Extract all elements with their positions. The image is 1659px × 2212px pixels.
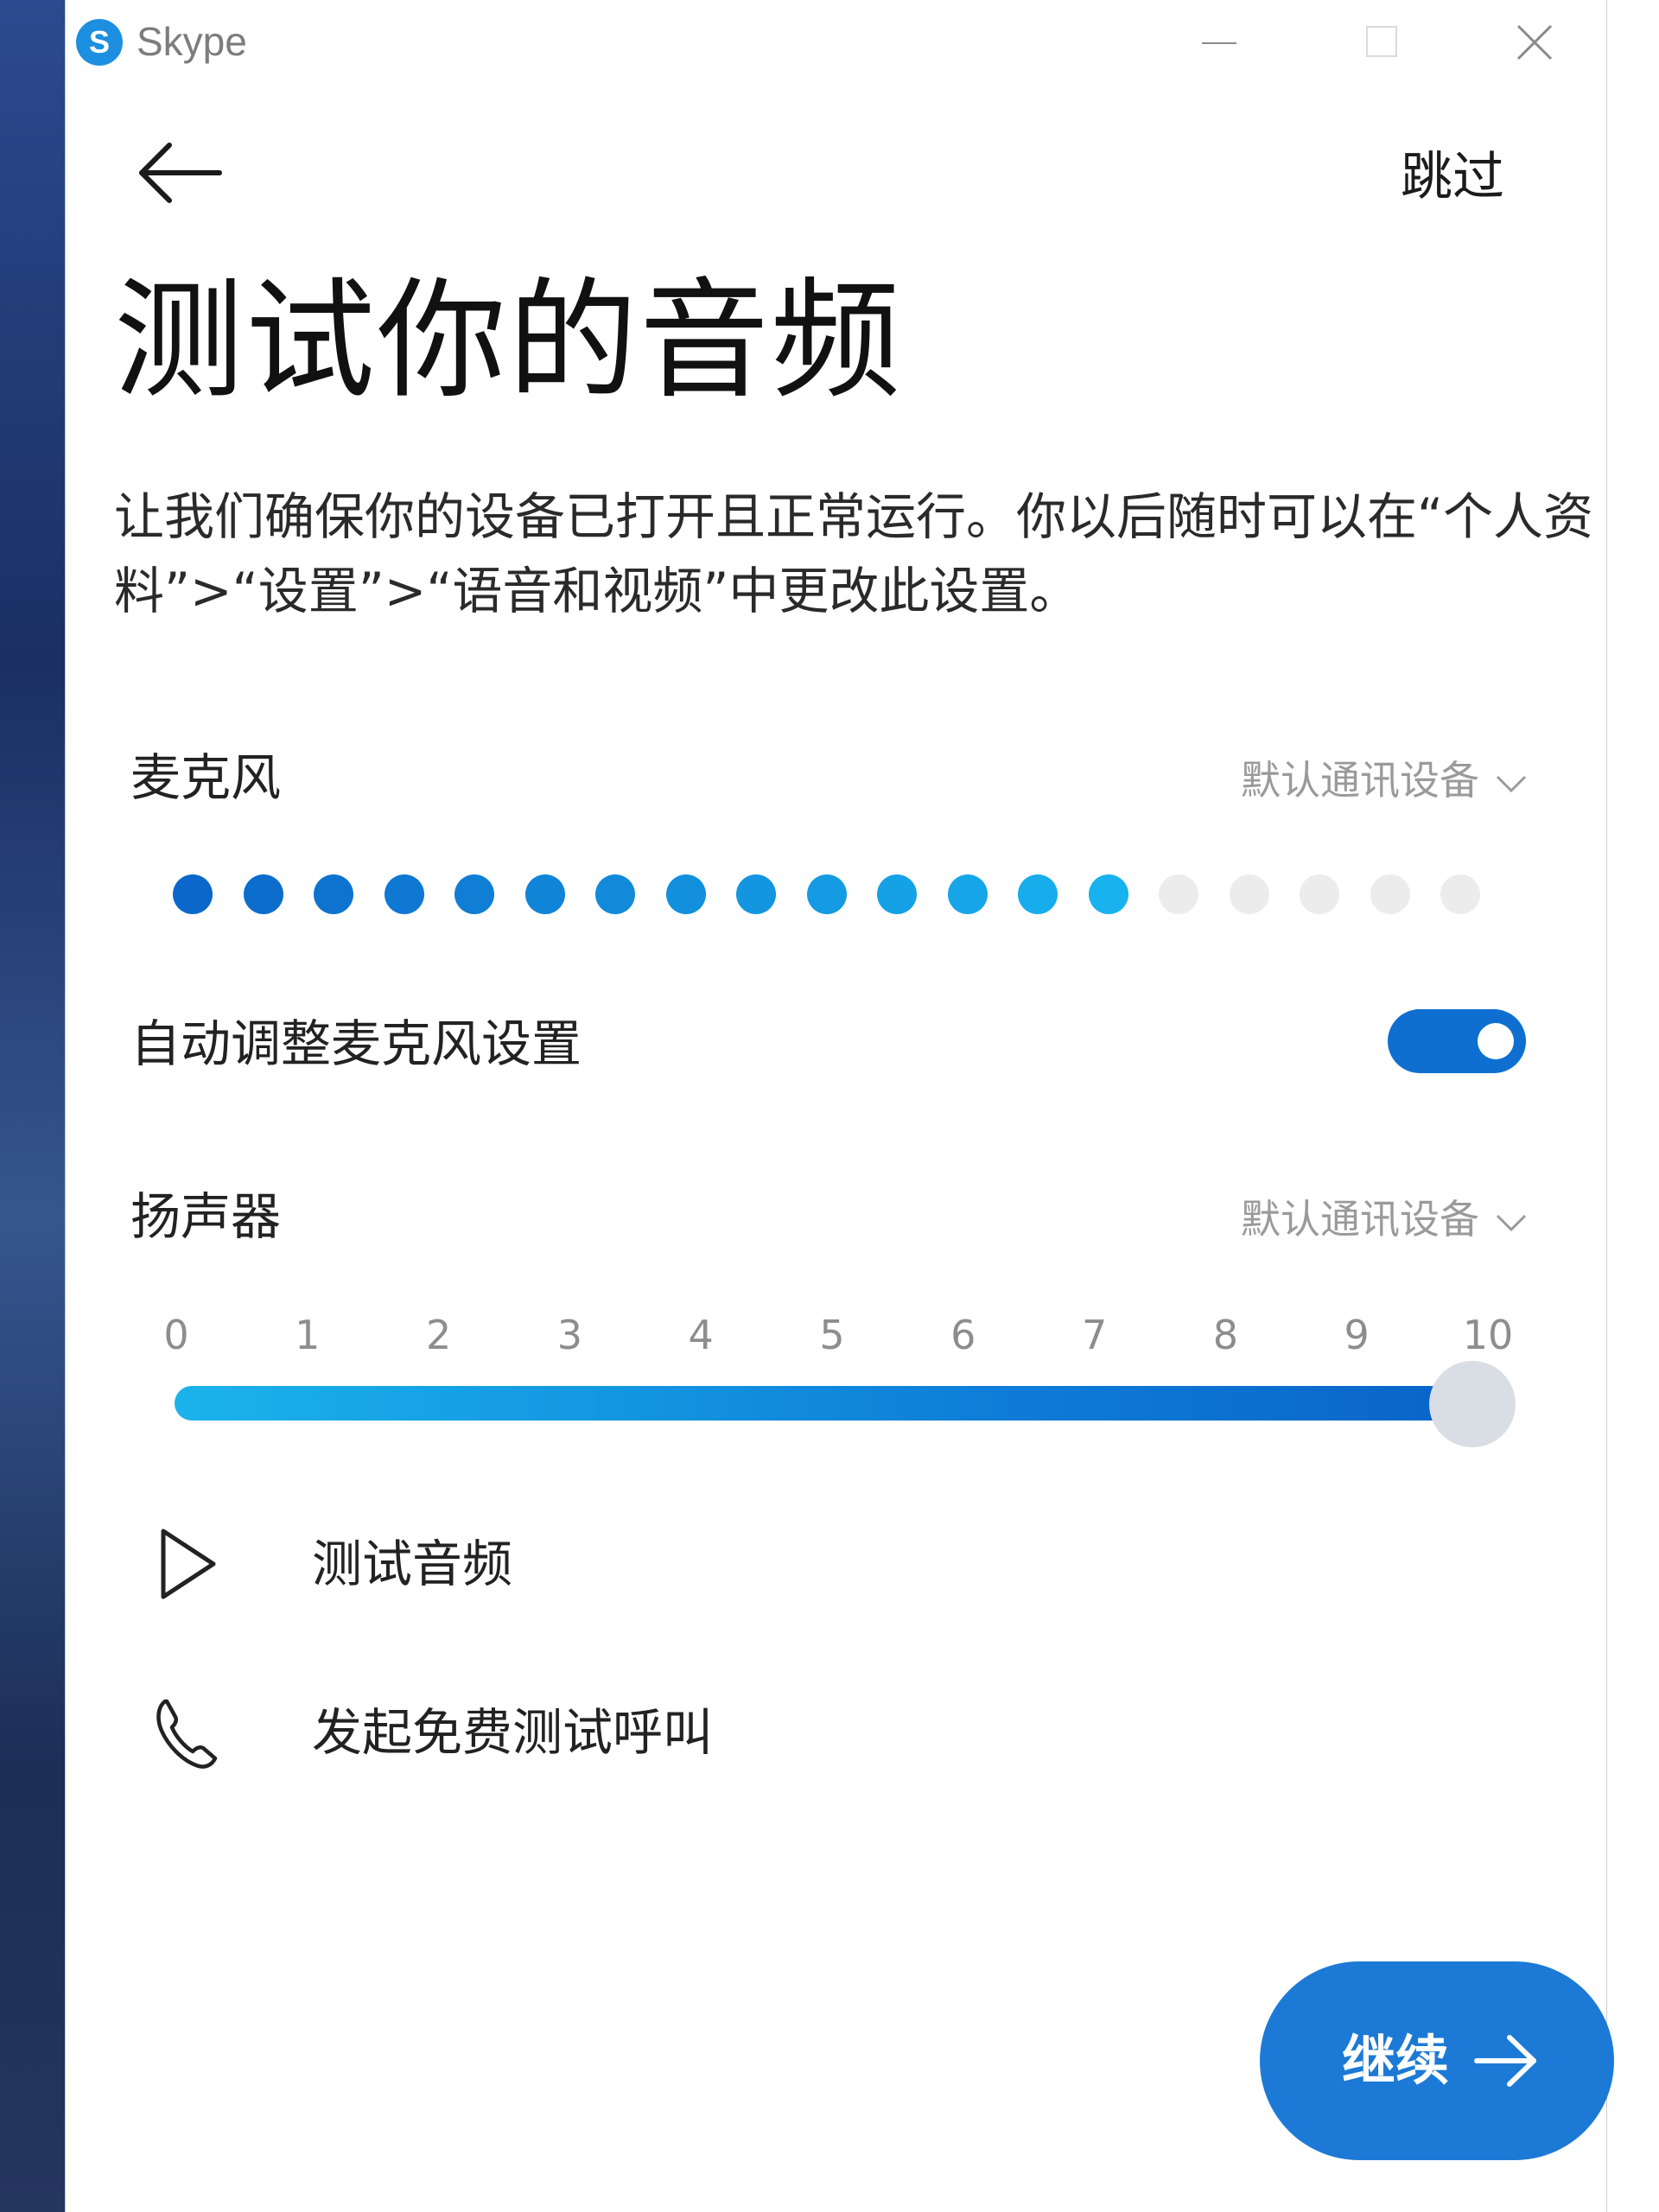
desktop-background (0, 0, 65, 2212)
mic-level-dot-active (454, 874, 494, 914)
volume-tick-label: 9 (1344, 1312, 1370, 1358)
volume-tick-label: 0 (163, 1312, 189, 1358)
mic-level-dot-active (665, 874, 706, 914)
volume-tick-label: 3 (556, 1312, 583, 1358)
continue-button[interactable]: 继续 (1260, 1961, 1614, 2160)
test-call-label: 发起免费测试呼叫 (312, 1703, 714, 1762)
speaker-device-value: 默认通讯设备 (1241, 1196, 1479, 1243)
mic-level-dot-inactive (1300, 874, 1339, 914)
mic-level-dot-active (736, 874, 776, 914)
volume-tick-label: 10 (1462, 1312, 1514, 1358)
skype-logo-icon: S (76, 19, 123, 66)
volume-scale: 0 1 2 3 4 5 6 7 8 9 10 (66, 1305, 1608, 1365)
page-title: 测试你的音频 (114, 266, 903, 416)
title-bar: S Skype (66, 0, 1606, 82)
test-audio-label: 测试音频 (312, 1535, 513, 1593)
page-description: 让我们确保你的设备已打开且正常运行。你以后随时可以在“个人资料”>“设置”>“语… (114, 487, 1594, 620)
test-audio-button[interactable]: 测试音频 (148, 1521, 666, 1607)
auto-adjust-toggle[interactable] (1388, 1009, 1526, 1073)
volume-slider-fill (175, 1386, 1490, 1421)
auto-adjust-label: 自动调整麦克风设置 (130, 1014, 582, 1073)
skype-window: S Skype 跳过 测试你的音频 让我们确保你的设备已打开且正常运行。你以后随… (65, 0, 1614, 2212)
volume-tick-label: 5 (819, 1312, 845, 1358)
microphone-label: 麦克风 (130, 748, 282, 807)
phone-icon (156, 1699, 218, 1769)
speaker-device-select[interactable]: 默认通讯设备 (1241, 1189, 1528, 1249)
speaker-label: 扬声器 (130, 1187, 282, 1246)
mic-level-dot-active (243, 874, 283, 914)
volume-tick-label: 6 (950, 1312, 976, 1358)
volume-tick-label: 4 (688, 1312, 714, 1358)
mic-level-dot-active (877, 874, 917, 914)
toggle-knob (1478, 1023, 1514, 1059)
arrow-left-icon (139, 143, 222, 203)
test-call-button[interactable]: 发起免费测试呼叫 (148, 1689, 839, 1776)
chevron-down-icon (1496, 1214, 1527, 1231)
mic-level-dot-active (806, 874, 847, 914)
mic-level-dot-inactive (1229, 874, 1269, 914)
microphone-device-value: 默认通讯设备 (1241, 757, 1479, 804)
mic-level-dot-active (314, 874, 353, 914)
volume-tick-label: 2 (425, 1312, 452, 1358)
mic-level-dot-active (947, 874, 988, 914)
continue-label: 继续 (1342, 2029, 1450, 2092)
maximize-button[interactable] (1340, 16, 1418, 67)
volume-slider-track[interactable] (175, 1386, 1490, 1421)
volume-tick-label: 7 (1081, 1312, 1108, 1358)
skip-button[interactable]: 跳过 (1401, 138, 1504, 216)
mic-level-dot-active (173, 874, 213, 914)
play-icon (161, 1529, 216, 1599)
arrow-right-icon (1474, 2035, 1536, 2087)
close-icon (1516, 24, 1553, 60)
back-button[interactable] (133, 138, 228, 207)
volume-tick-label: 8 (1212, 1312, 1239, 1358)
minimize-button[interactable] (1180, 16, 1258, 67)
mic-level-dot-active (1088, 874, 1128, 914)
volume-slider-thumb[interactable] (1429, 1361, 1516, 1447)
mic-level-dot-active (384, 874, 424, 914)
microphone-device-select[interactable]: 默认通讯设备 (1241, 750, 1528, 810)
chevron-down-icon (1496, 775, 1527, 792)
mic-level-dot-inactive (1370, 874, 1410, 914)
mic-level-dot-active (524, 874, 565, 914)
mic-level-dot-active (595, 874, 635, 914)
window-shadow-area (1607, 0, 1659, 2212)
mic-level-dot-active (1018, 874, 1058, 914)
close-button[interactable] (1496, 16, 1573, 67)
window-title: Skype (137, 19, 247, 64)
volume-tick-label: 1 (295, 1312, 321, 1358)
mic-level-dot-inactive (1159, 874, 1198, 914)
microphone-level-meter (173, 874, 1624, 918)
mic-level-dot-inactive (1440, 874, 1480, 914)
